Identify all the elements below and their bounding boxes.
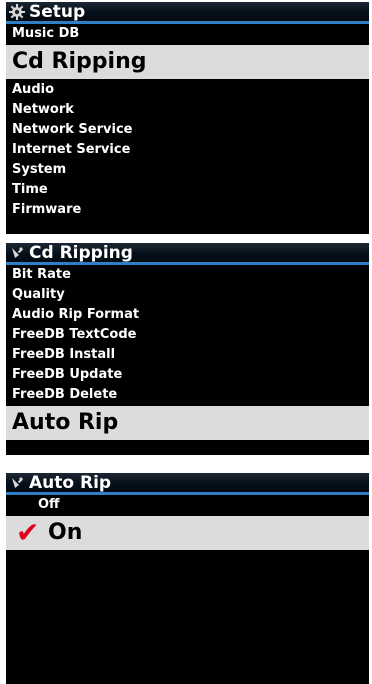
setup-title: Setup (29, 2, 86, 22)
cd-ripping-title-bar: Cd Ripping (6, 243, 369, 265)
cd-ripping-title: Cd Ripping (29, 243, 133, 263)
menu-item-system[interactable]: System (6, 160, 369, 180)
menu-item-freedb-install[interactable]: FreeDB Install (6, 345, 369, 365)
setup-title-bar: Setup (6, 2, 369, 24)
auto-rip-screen: Auto Rip Off ✔ On (6, 473, 369, 684)
option-on[interactable]: ✔ On (6, 516, 369, 550)
menu-item-network-service[interactable]: Network Service (6, 120, 369, 140)
menu-item-time[interactable]: Time (6, 180, 369, 200)
menu-item-firmware[interactable]: Firmware (6, 200, 369, 220)
menu-item-audio-rip-format[interactable]: Audio Rip Format (6, 305, 369, 325)
setup-screen: Setup Music DB Cd Ripping Audio Network … (6, 2, 369, 234)
checkmark-icon: ✔ (16, 516, 40, 549)
menu-item-audio[interactable]: Audio (6, 80, 369, 100)
menu-item-freedb-update[interactable]: FreeDB Update (6, 365, 369, 385)
cd-ripping-screen: Cd Ripping Bit Rate Quality Audio Rip Fo… (6, 243, 369, 455)
menu-item-freedb-textcode[interactable]: FreeDB TextCode (6, 325, 369, 345)
option-off[interactable]: Off (6, 495, 369, 515)
gear-icon (8, 3, 26, 21)
auto-rip-title: Auto Rip (29, 473, 112, 493)
menu-item-music-db[interactable]: Music DB (6, 24, 369, 44)
menu-item-auto-rip[interactable]: Auto Rip (6, 406, 369, 440)
satellite-icon (8, 244, 26, 262)
menu-item-bit-rate[interactable]: Bit Rate (6, 265, 369, 285)
menu-item-quality[interactable]: Quality (6, 285, 369, 305)
menu-item-network[interactable]: Network (6, 100, 369, 120)
menu-item-cd-ripping[interactable]: Cd Ripping (6, 45, 369, 79)
auto-rip-title-bar: Auto Rip (6, 473, 369, 495)
menu-item-internet-service[interactable]: Internet Service (6, 140, 369, 160)
satellite-icon (8, 474, 26, 492)
menu-item-freedb-delete[interactable]: FreeDB Delete (6, 385, 369, 405)
option-on-label: On (48, 520, 83, 545)
